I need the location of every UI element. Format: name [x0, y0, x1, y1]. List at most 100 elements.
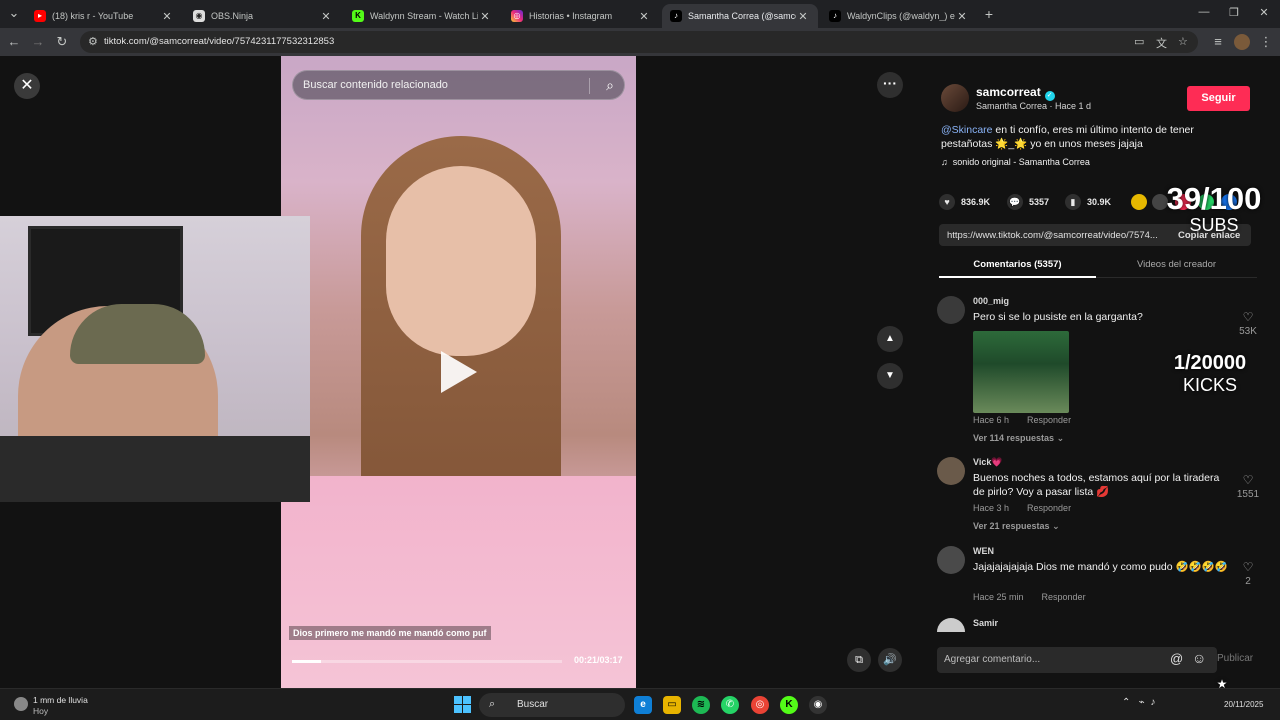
coin-icon[interactable]	[1131, 194, 1147, 210]
network-icon[interactable]: ⌁	[1139, 697, 1145, 708]
heart-outline-icon[interactable]: ♡	[1233, 560, 1263, 574]
comment-username[interactable]: Samir	[973, 618, 998, 628]
mention-icon[interactable]: @	[1170, 651, 1183, 666]
weather-widget[interactable]: 1 mm de lluvia Hoy	[33, 695, 88, 717]
tab-youtube[interactable]: ▸ (18) kris r - YouTube ✕	[26, 4, 182, 28]
volume-tray-icon[interactable]: ♪	[1150, 697, 1155, 708]
obs-icon[interactable]: ◉	[809, 696, 827, 714]
comment-username[interactable]: Vick💗	[973, 457, 1003, 468]
floating-player-button[interactable]: ⧉	[847, 648, 871, 672]
windows-start-icon[interactable]	[454, 696, 471, 713]
comment-like[interactable]: ♡ 53K	[1233, 310, 1263, 337]
comment-username[interactable]: 000_mig	[973, 296, 1009, 306]
comment-like[interactable]: ♡ 2	[1233, 560, 1263, 587]
close-icon[interactable]: ✕	[637, 10, 651, 23]
reading-list-icon[interactable]: ≡	[1210, 34, 1226, 50]
taskbar-search[interactable]: ⌕ Buscar	[479, 693, 625, 717]
forward-icon[interactable]: →	[30, 34, 46, 50]
whatsapp-icon[interactable]: ✆	[721, 696, 739, 714]
comment-avatar[interactable]	[937, 546, 965, 574]
obs-ninja-icon: ◉	[193, 10, 205, 22]
comment-avatar[interactable]	[937, 457, 965, 485]
restore-button[interactable]: ❐	[1220, 6, 1248, 19]
menu-kebab-icon[interactable]: ⋮	[1258, 34, 1274, 50]
address-bar[interactable]: ⚙ tiktok.com/@samcorreat/video/757423117…	[80, 31, 1198, 53]
comment-avatar[interactable]	[937, 296, 965, 324]
chrome-icon[interactable]: ◎	[751, 696, 769, 714]
minimize-button[interactable]: —	[1190, 6, 1218, 18]
spotify-icon[interactable]: ≋	[692, 696, 710, 714]
view-replies-button[interactable]: Ver 114 respuestas ⌄	[973, 433, 1064, 444]
heart-icon[interactable]: ♥	[939, 194, 955, 210]
video-time: 00:21/03:17	[574, 655, 623, 665]
file-explorer-icon[interactable]: ▭	[663, 696, 681, 714]
reply-button[interactable]: Responder	[1027, 415, 1071, 425]
comment-username[interactable]: WEN	[973, 546, 994, 556]
previous-video-button[interactable]: ▲	[877, 326, 903, 352]
video-link-text: https://www.tiktok.com/@samcorreat/video…	[947, 230, 1158, 241]
more-options-button[interactable]: ···	[877, 72, 903, 98]
sound-name[interactable]: sonido original - Samantha Correa	[953, 157, 1090, 167]
volume-icon[interactable]: 🔊	[878, 648, 902, 672]
tab-obs-ninja[interactable]: ◉ OBS.Ninja ✕	[185, 4, 341, 28]
tab-tiktok-samcorreat[interactable]: ♪ Samantha Correa (@samcorrea ✕	[662, 4, 818, 28]
translate-icon[interactable]: 文	[1156, 35, 1167, 51]
close-video-button[interactable]: ✕	[14, 73, 40, 99]
reload-icon[interactable]: ↻	[54, 34, 70, 50]
video-subject-face	[386, 166, 536, 356]
view-replies-button[interactable]: Ver 21 respuestas ⌄	[973, 521, 1060, 532]
tab-search-icon[interactable]: ⌄	[6, 5, 22, 21]
creator-username-row[interactable]: samcorreat ✓	[976, 85, 1055, 101]
description-mention[interactable]: @Skincare	[941, 124, 993, 136]
search-icon[interactable]: ⌕	[606, 77, 614, 94]
search-icon: ⌕	[489, 698, 496, 710]
profile-avatar[interactable]	[1234, 34, 1250, 50]
site-info-icon[interactable]: ⚙	[88, 35, 98, 48]
back-icon[interactable]: ←	[6, 34, 22, 50]
bookmark-star-icon[interactable]: ☆	[1178, 35, 1188, 48]
comment-avatar[interactable]	[937, 618, 965, 632]
reply-button[interactable]: Responder	[1027, 503, 1071, 513]
close-icon[interactable]: ✕	[955, 10, 969, 23]
publish-button[interactable]: Publicar	[1217, 653, 1253, 664]
close-icon[interactable]: ✕	[160, 10, 174, 23]
close-icon[interactable]: ✕	[478, 10, 492, 23]
tab-comments[interactable]: Comentarios (5357)	[939, 252, 1096, 278]
comment-icon[interactable]: 💬	[1007, 194, 1023, 210]
system-tray[interactable]: ⌃ ⌁ ♪	[1122, 697, 1155, 708]
creator-username[interactable]: samcorreat	[976, 85, 1041, 99]
reply-button[interactable]: Responder	[1042, 592, 1086, 602]
edge-icon[interactable]: e	[634, 696, 652, 714]
tab-title: (18) kris r - YouTube	[52, 11, 134, 21]
heart-outline-icon[interactable]: ♡	[1233, 473, 1263, 487]
related-search-input[interactable]: Buscar contenido relacionado ⌕	[292, 70, 625, 100]
tab-tiktok-waldyn[interactable]: ♪ WaldynClips (@waldyn_) en ✕	[821, 4, 977, 28]
next-video-button[interactable]: ▼	[877, 363, 903, 389]
emoji-icon[interactable]: ☺	[1192, 650, 1206, 666]
save-stat[interactable]: ▮ 30.9K	[1065, 194, 1111, 210]
bookmark-icon[interactable]: ▮	[1065, 194, 1081, 210]
video-player[interactable]: Buscar contenido relacionado ⌕ Dios prim…	[281, 56, 636, 688]
follow-button[interactable]: Seguir	[1187, 86, 1250, 111]
kick-app-icon[interactable]: K	[780, 696, 798, 714]
close-icon[interactable]: ✕	[319, 10, 333, 23]
sound-row[interactable]: ♫ sonido original - Samantha Correa	[941, 157, 1090, 167]
new-tab-button[interactable]: +	[975, 6, 1003, 22]
cast-icon[interactable]: ▭	[1134, 35, 1144, 48]
system-clock[interactable]: 20/11/2025	[1224, 699, 1263, 710]
heart-outline-icon[interactable]: ♡	[1233, 310, 1263, 324]
creator-avatar[interactable]	[941, 84, 969, 112]
comment-sticker-image[interactable]	[973, 331, 1069, 413]
comment-input[interactable]: Agregar comentario... @ ☺	[937, 647, 1217, 673]
video-progress-bar[interactable]	[292, 660, 562, 663]
window-close-button[interactable]: ✕	[1250, 6, 1278, 19]
tab-instagram[interactable]: ◎ Historias • Instagram ✕	[503, 4, 659, 28]
tab-kick[interactable]: K Waldynn Stream - Watch Live o ✕	[344, 4, 500, 28]
like-stat[interactable]: ♥ 836.9K	[939, 194, 990, 210]
comment-like[interactable]: ♡ 1551	[1233, 473, 1263, 500]
comment-stat[interactable]: 💬 5357	[1007, 194, 1049, 210]
chevron-up-icon[interactable]: ⌃	[1122, 697, 1130, 708]
close-icon[interactable]: ✕	[796, 10, 810, 23]
play-icon[interactable]	[441, 351, 477, 393]
tab-creator-videos[interactable]: Videos del creador	[1096, 252, 1257, 278]
